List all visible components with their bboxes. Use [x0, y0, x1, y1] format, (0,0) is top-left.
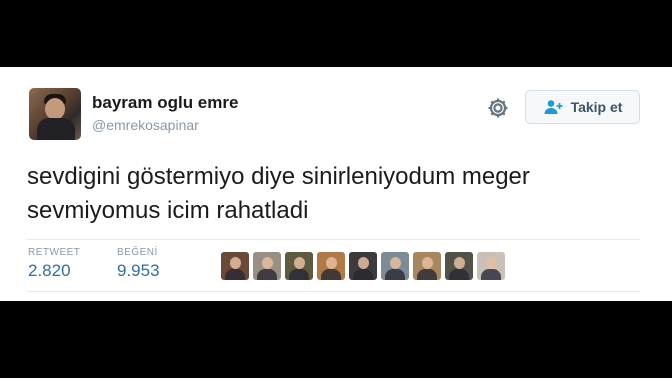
author-name[interactable]: bayram oglu emre	[92, 93, 238, 113]
retweet-stat[interactable]: RETWEET 2.820	[28, 247, 80, 281]
follow-button-label: Takip et	[570, 99, 623, 115]
author-avatar[interactable]	[29, 88, 81, 140]
liker-avatar[interactable]	[221, 252, 249, 280]
tweet-card: bayram oglu emre @emrekosapinar Takip et…	[0, 67, 672, 301]
liker-avatar[interactable]	[349, 252, 377, 280]
liker-avatar[interactable]	[413, 252, 441, 280]
liker-avatar[interactable]	[477, 252, 505, 280]
like-count: 9.953	[117, 261, 160, 280]
divider	[27, 239, 640, 240]
liker-avatar[interactable]	[285, 252, 313, 280]
retweet-count: 2.820	[28, 261, 71, 280]
retweet-label: RETWEET	[28, 247, 81, 258]
liker-avatar[interactable]	[253, 252, 281, 280]
liker-avatars	[221, 252, 505, 280]
like-label: BEĞENİ	[117, 247, 158, 258]
gear-icon[interactable]	[486, 96, 510, 120]
liker-avatar[interactable]	[381, 252, 409, 280]
divider	[27, 291, 640, 292]
like-stat[interactable]: BEĞENİ 9.953	[117, 247, 160, 281]
tweet-text: sevdigini göstermiyo diye sinirleniyodum…	[27, 163, 530, 224]
follow-button[interactable]: Takip et	[525, 90, 640, 124]
liker-avatar[interactable]	[317, 252, 345, 280]
author-handle[interactable]: @emrekosapinar	[92, 117, 199, 133]
liker-avatar[interactable]	[445, 252, 473, 280]
add-user-icon	[544, 100, 563, 114]
